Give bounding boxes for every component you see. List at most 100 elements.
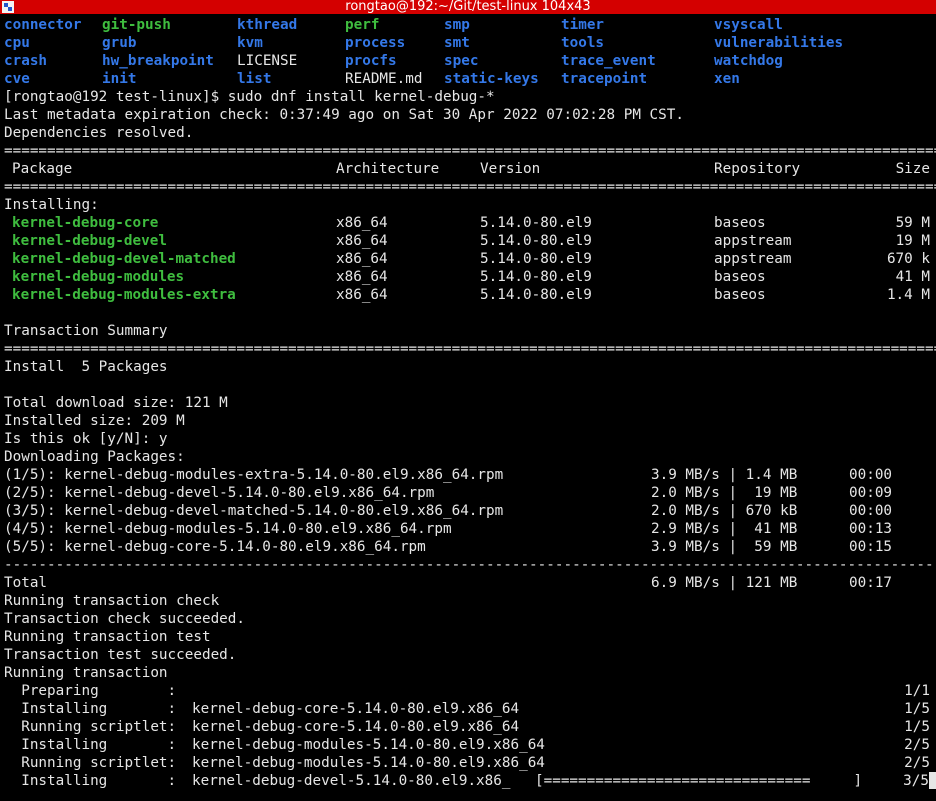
terminal-output[interactable]: connector git-push kthread perf smp timer vsys…	[4, 16, 936, 801]
ls-entry: vsyscall	[714, 17, 783, 33]
ls-entry: static-keys	[444, 71, 539, 87]
transaction-line: Transaction test succeeded.	[4, 646, 936, 664]
ls-entry: LICENSE	[237, 53, 298, 69]
installed-size: Installed size: 209 M	[4, 412, 936, 430]
download-file: (1/5): kernel-debug-modules-extra-5.14.0…	[4, 467, 504, 483]
step-action: Running scriptlet:	[4, 755, 177, 771]
step-count: 2/5	[904, 737, 930, 753]
terminal-cursor	[929, 772, 936, 789]
blank	[4, 376, 936, 394]
package-repo: baseos	[714, 269, 766, 285]
package-name: kernel-debug-core	[12, 215, 159, 231]
separator: ========================================…	[4, 178, 936, 196]
ls-entry: process	[345, 35, 406, 51]
confirm-line: Is this ok [y/N]: y	[4, 430, 936, 448]
download-file: (2/5): kernel-debug-devel-5.14.0-80.el9.…	[4, 485, 435, 501]
step-action: Installing :	[4, 737, 177, 753]
package-row: kernel-debug-modules x86_64 5.14.0-80.el9 b…	[4, 268, 936, 286]
transaction-line: Running transaction	[4, 664, 936, 682]
package-arch: x86_64	[336, 269, 388, 285]
package-arch: x86_64	[336, 287, 388, 303]
step-action: Preparing :	[4, 683, 177, 699]
ls-entry: cpu	[4, 35, 30, 51]
package-size: 41 M	[895, 269, 930, 285]
package-size: 1.4 M	[886, 287, 930, 303]
download-time: 00:00	[849, 467, 893, 483]
ls-row: cpu grub kvm process smt tools vulnerabilities	[4, 34, 936, 52]
download-row: (2/5): kernel-debug-devel-5.14.0-80.el9.…	[4, 484, 936, 502]
ls-entry: list	[237, 71, 272, 87]
ls-entry: kvm	[237, 35, 263, 51]
download-speed: 3.9 MB/s | 59 MB	[651, 539, 798, 555]
package-arch: x86_64	[336, 215, 388, 231]
step-count: 1/5	[904, 719, 930, 735]
package-arch: x86_64	[336, 233, 388, 249]
transaction-status: Transaction test succeeded.	[4, 647, 237, 663]
ls-entry: smt	[444, 35, 470, 51]
package-name: kernel-debug-modules	[12, 269, 185, 285]
separator-line: ----------------------------------------…	[4, 557, 936, 573]
download-speed: 2.0 MB/s | 19 MB	[651, 485, 798, 501]
total-row: Total 6.9 MB/s | 121 MB 00:17	[4, 574, 936, 592]
ls-entry: crash	[4, 53, 48, 69]
package-repo: appstream	[714, 233, 792, 249]
terminal-app-icon[interactable]	[2, 1, 14, 13]
transaction-status: Running transaction	[4, 665, 168, 681]
ls-entry: git-push	[102, 17, 171, 33]
header-package: Package	[12, 161, 73, 177]
install-count: Install 5 Packages	[4, 358, 936, 376]
installed-size: Installed size: 209 M	[4, 413, 185, 429]
install-count: Install 5 Packages	[4, 359, 168, 375]
ls-entry: cve	[4, 71, 30, 87]
ls-entry: timer	[561, 17, 605, 33]
download-time: 00:15	[849, 539, 893, 555]
ls-row: crash hw_breakpoint LICENSE procfs spec trace…	[4, 52, 936, 70]
package-version: 5.14.0-80.el9	[480, 233, 592, 249]
metadata-info: Last metadata expiration check: 0:37:49 …	[4, 107, 684, 123]
transaction-line: Transaction check succeeded.	[4, 610, 936, 628]
download-file: (3/5): kernel-debug-devel-matched-5.14.0…	[4, 503, 504, 519]
package-name: kernel-debug-devel-matched	[12, 251, 236, 267]
download-time: 00:13	[849, 521, 893, 537]
ls-entry: hw_breakpoint	[102, 53, 214, 69]
step-row: Installing : kernel-debug-core-5.14.0-80.…	[4, 700, 936, 718]
step-target: kernel-debug-modules-5.14.0-80.el9.x86_6…	[192, 755, 545, 771]
progress-row: Installing : kernel-debug-devel-5.14.0-80…	[4, 772, 936, 790]
step-action: Running scriptlet:	[4, 719, 177, 735]
package-version: 5.14.0-80.el9	[480, 269, 592, 285]
package-version: 5.14.0-80.el9	[480, 215, 592, 231]
downloading-label: Downloading Packages:	[4, 448, 936, 466]
total-label: Total	[4, 575, 48, 591]
total-time: 00:17	[849, 575, 893, 591]
separator: ----------------------------------------…	[4, 556, 936, 574]
download-row: (3/5): kernel-debug-devel-matched-5.14.0…	[4, 502, 936, 520]
separator: ========================================…	[4, 142, 936, 160]
package-version: 5.14.0-80.el9	[480, 251, 592, 267]
package-repo: appstream	[714, 251, 792, 267]
step-count: 1/1	[904, 683, 930, 699]
downloading-label: Downloading Packages:	[4, 449, 185, 465]
package-row: kernel-debug-devel x86_64 5.14.0-80.el9 app…	[4, 232, 936, 250]
download-time: 00:00	[849, 503, 893, 519]
step-count: 3/5	[903, 773, 929, 789]
ls-row: cve init list README.md static-keys tracepoin…	[4, 70, 936, 88]
step-row: Running scriptlet: kernel-debug-modules-5…	[4, 754, 936, 772]
step-target: kernel-debug-core-5.14.0-80.el9.x86_64	[192, 719, 520, 735]
header-version: Version	[480, 161, 541, 177]
ls-entry: procfs	[345, 53, 397, 69]
deps-line: Dependencies resolved.	[4, 124, 936, 142]
header-arch: Architecture	[336, 161, 440, 177]
transaction-status: Running transaction test	[4, 629, 211, 645]
ls-entry: spec	[444, 53, 479, 69]
package-name: kernel-debug-modules-extra	[12, 287, 236, 303]
separator-line: ========================================…	[4, 179, 936, 195]
summary-label: Transaction Summary	[4, 322, 936, 340]
ls-entry: connector	[4, 17, 82, 33]
installing-label: Installing:	[4, 196, 936, 214]
installing-label: Installing:	[4, 197, 99, 213]
ls-entry: perf	[345, 17, 380, 33]
metadata-line: Last metadata expiration check: 0:37:49 …	[4, 106, 936, 124]
ls-entry: README.md	[345, 71, 423, 87]
progress-bar: [=============================== ]	[535, 773, 863, 789]
download-row: (1/5): kernel-debug-modules-extra-5.14.0…	[4, 466, 936, 484]
